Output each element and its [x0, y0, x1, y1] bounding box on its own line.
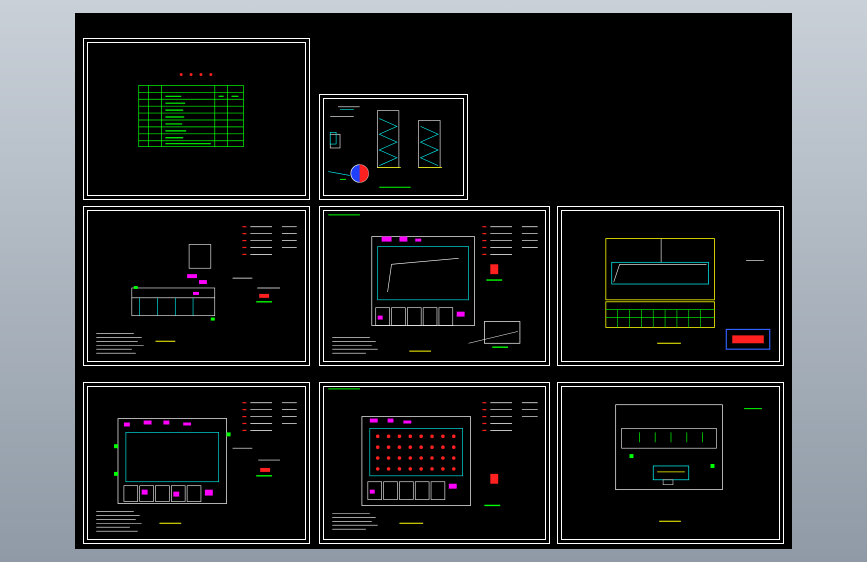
fixture-symbol: [441, 467, 445, 471]
sheet-plan-1[interactable]: [83, 206, 310, 366]
fixture-symbol: [375, 456, 380, 460]
fixture-symbol: [451, 456, 456, 460]
fixture-symbol: [375, 434, 380, 439]
sheet-plan-6[interactable]: [557, 382, 784, 544]
fixture-symbol: [397, 445, 402, 449]
fixture-symbol: [419, 456, 423, 460]
fixture-symbol: [408, 445, 413, 449]
plan-4-drawing: [96, 402, 297, 532]
sheet-plan-4[interactable]: [83, 382, 310, 544]
drawing-canvas[interactable]: [75, 13, 792, 549]
fixture-symbol: [408, 456, 413, 460]
fixture-symbol: [408, 467, 413, 471]
fixture-symbol: [451, 445, 456, 449]
fixture-symbol: [386, 456, 391, 460]
fixture-symbol: [441, 434, 445, 439]
fixture-symbol: [441, 445, 445, 449]
plan-5-drawing: [328, 388, 538, 530]
fixture-symbol: [419, 445, 423, 449]
index-table-drawing: [138, 73, 244, 147]
fixture-symbol: [397, 456, 402, 460]
fixture-symbol: [430, 434, 434, 439]
fixture-symbol: [451, 467, 456, 471]
sheet-plan-2[interactable]: [319, 206, 550, 366]
sheet-index[interactable]: [83, 38, 310, 200]
fixture-symbol: [408, 434, 413, 439]
fixture-symbol: [441, 456, 445, 460]
plan-1-drawing: [96, 226, 297, 354]
fixture-symbol: [397, 434, 402, 439]
sheet-plan-3[interactable]: [557, 206, 784, 366]
plan-3-drawing: [605, 238, 771, 350]
plan-6-drawing: [615, 404, 762, 522]
fixture-symbol: [451, 434, 456, 439]
fixture-symbol: [419, 434, 423, 439]
fixture-symbol: [375, 445, 380, 449]
fixture-symbol: [430, 467, 434, 471]
fixture-symbol: [375, 467, 380, 471]
sheet-details[interactable]: [319, 94, 468, 200]
fixture-symbol: [397, 467, 402, 471]
fixture-symbol: [386, 434, 391, 439]
fixture-symbol: [386, 445, 391, 449]
stair-details-drawing: [328, 106, 443, 188]
fixture-symbol: [430, 445, 434, 449]
plan-2-drawing: [328, 214, 538, 354]
fixture-symbol: [430, 456, 434, 460]
fixture-symbol: [419, 467, 423, 471]
sheet-plan-5[interactable]: [319, 382, 550, 544]
fixture-symbol: [386, 467, 391, 471]
